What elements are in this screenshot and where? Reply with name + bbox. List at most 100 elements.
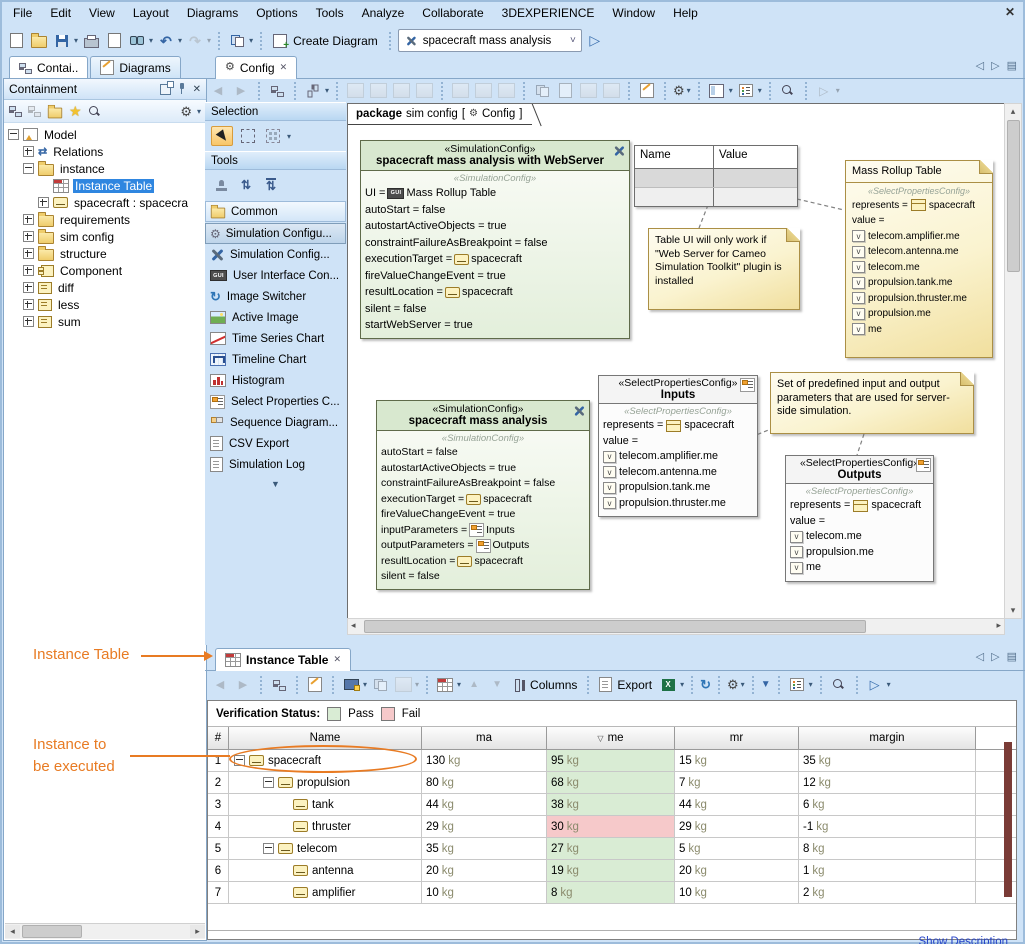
find-button[interactable] xyxy=(127,31,147,51)
column-header-ma[interactable]: ma xyxy=(422,727,547,749)
menu-diagrams[interactable]: Diagrams xyxy=(178,2,247,24)
tree-toggle-icon[interactable] xyxy=(23,146,34,157)
tabs-next-icon[interactable]: ▷ xyxy=(991,59,999,72)
disabled-tool-button[interactable] xyxy=(345,81,365,101)
tabs-list-icon[interactable]: ▤ xyxy=(1007,59,1017,72)
move-down-button[interactable]: ▼ xyxy=(487,675,507,695)
table-settings-chevron-icon[interactable]: ▾ xyxy=(457,680,461,689)
diagram-h-scrollbar[interactable]: ◂ ▸ xyxy=(347,618,1005,635)
menu-help[interactable]: Help xyxy=(664,2,707,24)
back-button[interactable]: ◀ xyxy=(210,675,230,695)
tree-toggle-icon[interactable] xyxy=(23,248,34,259)
menu-3dexperience[interactable]: 3DEXPERIENCE xyxy=(493,2,604,24)
tab-diagrams[interactable]: Diagrams xyxy=(90,56,180,78)
margin-cell[interactable]: 6kg xyxy=(799,794,976,815)
palette-item-select-properties-c[interactable]: Select Properties C... xyxy=(205,391,346,412)
window-layout-button[interactable] xyxy=(707,81,727,101)
mr-cell[interactable]: 29kg xyxy=(675,816,799,837)
menu-edit[interactable]: Edit xyxy=(41,2,80,24)
tree-toggle-icon[interactable] xyxy=(38,197,49,208)
selection-chevron-icon[interactable]: ▾ xyxy=(287,132,291,141)
table-row-telecom[interactable]: 5telecom35kg27kg5kg8kg xyxy=(208,838,1016,860)
show-containment-button[interactable] xyxy=(267,81,287,101)
tree-item-sum[interactable]: sum xyxy=(4,313,206,330)
palette-item-sequence-diagram[interactable]: Sequence Diagram... xyxy=(205,412,346,433)
table-row-propulsion[interactable]: 2propulsion80kg68kg7kg12kg xyxy=(208,772,1016,794)
ma-cell[interactable]: 29kg xyxy=(422,816,547,837)
save-chevron-icon[interactable]: ▾ xyxy=(74,36,78,45)
open-project-button[interactable] xyxy=(29,31,49,51)
undo-chevron-icon[interactable]: ▾ xyxy=(178,36,182,45)
simulation-config-select[interactable]: spacecraft mass analysis ˅ xyxy=(398,29,582,52)
tabs-next-icon[interactable]: ▷ xyxy=(991,650,999,663)
menu-collaborate[interactable]: Collaborate xyxy=(413,2,492,24)
palette-item-histogram[interactable]: Histogram xyxy=(205,370,346,391)
scroll-left-icon[interactable]: ◂ xyxy=(351,620,356,631)
palette-item-time-series-chart[interactable]: Time Series Chart xyxy=(205,328,346,349)
forward-button[interactable]: ▶ xyxy=(233,675,253,695)
tree-item-less[interactable]: less xyxy=(4,296,206,313)
tree-item-sim-config[interactable]: sim config xyxy=(4,228,206,245)
mr-cell[interactable]: 44kg xyxy=(675,794,799,815)
expand-all-icon[interactable] xyxy=(28,105,41,117)
palette-item-csv-export[interactable]: CSV Export xyxy=(205,433,346,454)
menu-options[interactable]: Options xyxy=(247,2,306,24)
margin-cell[interactable]: 35kg xyxy=(799,750,976,771)
tree-toggle-icon[interactable] xyxy=(23,316,34,327)
disabled-tool-button[interactable] xyxy=(496,81,516,101)
zoom-search-button[interactable] xyxy=(778,81,798,101)
name-cell-spacecraft[interactable]: spacecraft xyxy=(229,750,422,771)
me-cell[interactable]: 95kg xyxy=(547,750,675,771)
run-button[interactable]: ▷ xyxy=(814,81,834,101)
print-button[interactable] xyxy=(81,31,101,51)
me-cell[interactable]: 38kg xyxy=(547,794,675,815)
me-cell[interactable]: 27kg xyxy=(547,838,675,859)
simulation-config-webserver-box[interactable]: «SimulationConfig» spacecraft mass analy… xyxy=(360,140,630,339)
mr-cell[interactable]: 15kg xyxy=(675,750,799,771)
paste-button[interactable] xyxy=(555,81,575,101)
mass-rollup-note[interactable]: Mass Rollup Table «SelectPropertiesConfi… xyxy=(845,160,993,358)
forward-button[interactable]: ▶ xyxy=(231,81,251,101)
mr-cell[interactable]: 10kg xyxy=(675,882,799,903)
palette-item-timeline-chart[interactable]: Timeline Chart xyxy=(205,349,346,370)
related-chevron-icon[interactable]: ▾ xyxy=(249,36,253,45)
table-row-tank[interactable]: 3tank44kg38kg44kg6kg xyxy=(208,794,1016,816)
column-header-mr[interactable]: mr xyxy=(675,727,799,749)
legend-chevron-icon[interactable]: ▾ xyxy=(758,86,762,95)
filter-icon[interactable]: ▼ xyxy=(761,680,771,690)
ma-cell[interactable]: 80kg xyxy=(422,772,547,793)
add-chevron-icon[interactable]: ▾ xyxy=(363,680,367,689)
inputs-config-box[interactable]: «SelectPropertiesConfig» Inputs «SelectP… xyxy=(598,375,758,517)
print-preview-button[interactable] xyxy=(104,31,124,51)
menu-layout[interactable]: Layout xyxy=(124,2,178,24)
export-button[interactable]: Export xyxy=(596,677,655,692)
me-cell[interactable]: 8kg xyxy=(547,882,675,903)
legend-chevron-icon[interactable]: ▾ xyxy=(809,680,813,689)
show-in-diagram-button[interactable] xyxy=(305,675,325,695)
collapse-all-icon[interactable] xyxy=(9,105,22,117)
layout-button[interactable] xyxy=(303,81,323,101)
tree-item-model[interactable]: Model xyxy=(4,126,206,143)
note-table-ui[interactable]: Table UI will only work if "Web Server f… xyxy=(648,228,800,310)
ma-cell[interactable]: 130kg xyxy=(422,750,547,771)
settings-gear-icon[interactable]: ⚙ xyxy=(180,105,192,118)
legend-button[interactable] xyxy=(736,81,756,101)
new-project-button[interactable] xyxy=(6,31,26,51)
tree-item-requirements[interactable]: requirements xyxy=(4,211,206,228)
tab-instance-table[interactable]: Instance Table ✕ xyxy=(215,648,351,671)
mr-cell[interactable]: 7kg xyxy=(675,772,799,793)
execute-chevron-icon[interactable]: ▾ xyxy=(887,680,891,689)
delete-from-model-button[interactable] xyxy=(601,81,621,101)
palette-selection-header[interactable]: Selection xyxy=(205,102,346,121)
name-cell-antenna[interactable]: antenna xyxy=(229,860,422,881)
me-cell[interactable]: 68kg xyxy=(547,772,675,793)
row-collapse-icon[interactable] xyxy=(263,843,274,854)
diagram-v-scrollbar[interactable]: ▴ ▾ xyxy=(1004,103,1022,619)
palette-tools-header[interactable]: Tools xyxy=(205,151,346,170)
select-cursor-button[interactable] xyxy=(211,126,233,146)
gear-chevron-icon[interactable]: ▾ xyxy=(741,680,745,689)
settings-chevron-icon[interactable]: ▾ xyxy=(197,107,201,116)
scroll-down-icon[interactable]: ▾ xyxy=(1005,605,1021,616)
tree-toggle-icon[interactable] xyxy=(23,214,34,225)
tree-toggle-icon[interactable] xyxy=(8,129,19,140)
